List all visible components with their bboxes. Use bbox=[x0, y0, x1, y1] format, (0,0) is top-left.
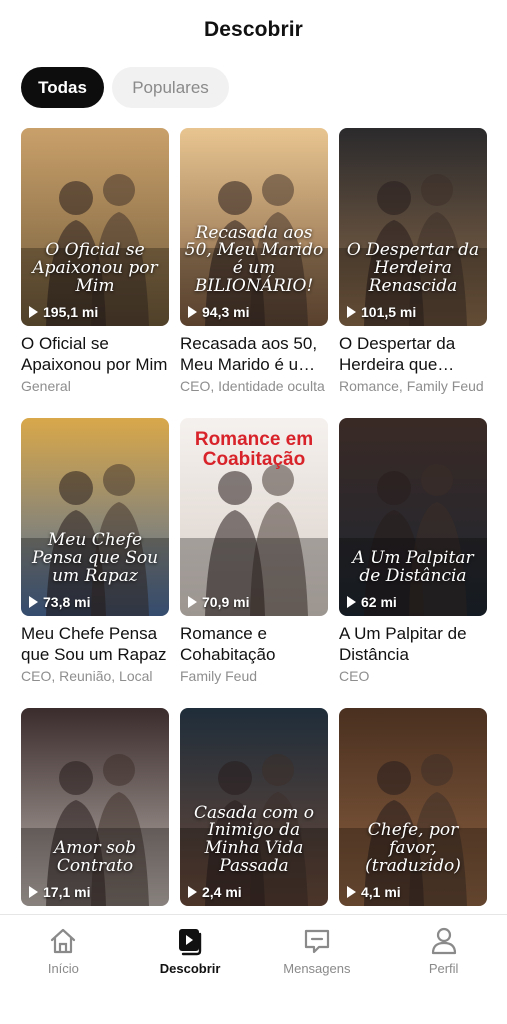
cover-title-text: Casada com o Inimigo da Minha Vida Passa… bbox=[194, 802, 314, 877]
drama-tags: Family Feud bbox=[180, 668, 258, 684]
drama-tags: Romance, Family Feud bbox=[339, 378, 484, 394]
view-count: 70,9 mi bbox=[188, 594, 249, 610]
cover-title-text: Chefe, por favor, (traduzido) bbox=[365, 820, 461, 877]
cover-title-text: O Oficial se Apaixonou por Mim bbox=[32, 240, 158, 297]
drama-tags: CEO, Identidade oculta bbox=[180, 378, 325, 394]
play-icon bbox=[188, 596, 197, 608]
view-count: 101,5 mi bbox=[347, 304, 416, 320]
drama-cover[interactable]: O Despertar da Herdeira Renascida 101,5 m… bbox=[339, 128, 487, 326]
cover-title-text: Romance em Coabitação bbox=[194, 429, 314, 470]
view-count-text: 17,1 mi bbox=[43, 884, 91, 900]
drama-title[interactable]: Romance e Cohabitação bbox=[180, 623, 328, 665]
drama-card[interactable]: Romance em Coabitação 70,9 mi Romance e Co… bbox=[180, 418, 328, 708]
cover-art bbox=[21, 418, 169, 616]
view-count: 195,1 mi bbox=[29, 304, 98, 320]
drama-title[interactable]: A Um Palpitar de Distância bbox=[339, 623, 487, 665]
drama-card[interactable]: O Despertar da Herdeira Renascida 101,5 m… bbox=[339, 128, 487, 418]
view-count: 94,3 mi bbox=[188, 304, 249, 320]
play-icon bbox=[347, 886, 356, 898]
view-count-text: 101,5 mi bbox=[361, 304, 417, 320]
play-icon bbox=[29, 596, 38, 608]
view-count-text: 195,1 mi bbox=[43, 304, 99, 320]
drama-cover[interactable]: Meu Chefe Pensa que Sou um Rapaz 73,8 mi bbox=[21, 418, 169, 616]
cover-art bbox=[21, 708, 169, 906]
drama-title[interactable]: Meu Chefe Pensa que Sou um Rapaz bbox=[21, 623, 169, 665]
drama-tags: General bbox=[21, 378, 71, 394]
tab-home[interactable]: Início bbox=[0, 915, 127, 1024]
view-count: 4,1 mi bbox=[347, 884, 401, 900]
play-icon bbox=[347, 596, 356, 608]
view-count-text: 62 mi bbox=[361, 594, 397, 610]
drama-title[interactable]: O Despertar da Herdeira que Renasceu bbox=[339, 333, 487, 375]
cover-title-text: Amor sob Contrato bbox=[53, 838, 136, 877]
drama-tags: CEO, Reunião, Local bbox=[21, 668, 153, 684]
filter-chips: Todas Populares bbox=[0, 58, 507, 120]
drama-grid: O Oficial se Apaixonou por Mim 195,1 mi O … bbox=[21, 128, 487, 998]
home-icon bbox=[51, 928, 76, 954]
view-count: 2,4 mi bbox=[188, 884, 242, 900]
view-count-text: 70,9 mi bbox=[202, 594, 250, 610]
discover-icon bbox=[179, 929, 202, 956]
drama-cover[interactable]: O Oficial se Apaixonou por Mim 195,1 mi bbox=[21, 128, 169, 326]
tab-profile-label: Perfil bbox=[428, 961, 459, 976]
drama-cover[interactable]: Casada com o Inimigo da Minha Vida Passa… bbox=[180, 708, 328, 906]
drama-card[interactable]: A Um Palpitar de Distância 62 mi A Um Palp… bbox=[339, 418, 487, 708]
cover-title-text: A Um Palpitar de Distância bbox=[352, 548, 474, 587]
filter-chip-all[interactable]: Todas bbox=[21, 67, 104, 108]
view-count: 62 mi bbox=[347, 594, 397, 610]
bottom-tab-bar: Início Descobrir Mensagens Perfil bbox=[0, 914, 507, 1024]
filter-chip-popular[interactable]: Populares bbox=[112, 67, 229, 108]
messages-icon bbox=[304, 929, 329, 954]
view-count: 73,8 mi bbox=[29, 594, 90, 610]
cover-title-text: Meu Chefe Pensa que Sou um Rapaz bbox=[31, 530, 159, 587]
drama-card[interactable]: Recasada aos 50, Meu Marido é um BILIONÁ… bbox=[180, 128, 328, 418]
drama-card[interactable]: O Oficial se Apaixonou por Mim 195,1 mi O … bbox=[21, 128, 169, 418]
cover-art bbox=[21, 128, 169, 326]
tab-messages-label: Mensagens bbox=[283, 961, 351, 976]
view-count-text: 2,4 mi bbox=[202, 884, 242, 900]
drama-cover[interactable]: Chefe, por favor, (traduzido) 4,1 mi bbox=[339, 708, 487, 906]
play-icon bbox=[29, 306, 38, 318]
view-count-text: 73,8 mi bbox=[43, 594, 91, 610]
cover-art bbox=[339, 418, 487, 616]
view-count: 17,1 mi bbox=[29, 884, 90, 900]
drama-tags: CEO bbox=[339, 668, 370, 684]
cover-art bbox=[339, 708, 487, 906]
cover-title-text: O Despertar da Herdeira Renascida bbox=[346, 240, 480, 297]
view-count-text: 4,1 mi bbox=[361, 884, 401, 900]
profile-icon bbox=[431, 927, 456, 955]
drama-title[interactable]: Recasada aos 50, Meu Marido é um Bilioná… bbox=[180, 333, 328, 375]
drama-title[interactable]: O Oficial se Apaixonou por Mim bbox=[21, 333, 169, 375]
play-icon bbox=[347, 306, 356, 318]
play-icon bbox=[188, 886, 197, 898]
tab-profile[interactable]: Perfil bbox=[380, 915, 507, 1024]
tab-discover-label: Descobrir bbox=[159, 961, 221, 976]
play-icon bbox=[188, 306, 197, 318]
drama-cover[interactable]: Romance em Coabitação 70,9 mi bbox=[180, 418, 328, 616]
tab-discover[interactable]: Descobrir bbox=[127, 915, 254, 1024]
tab-messages[interactable]: Mensagens bbox=[254, 915, 381, 1024]
play-icon bbox=[29, 886, 38, 898]
view-count-text: 94,3 mi bbox=[202, 304, 250, 320]
cover-title-text: Recasada aos 50, Meu Marido é um BILIONÁ… bbox=[184, 222, 324, 297]
drama-card[interactable]: Meu Chefe Pensa que Sou um Rapaz 73,8 mi M… bbox=[21, 418, 169, 708]
drama-cover[interactable]: Recasada aos 50, Meu Marido é um BILIONÁ… bbox=[180, 128, 328, 326]
tab-home-label: Início bbox=[47, 961, 79, 976]
page-title: Descobrir bbox=[204, 18, 303, 41]
cover-art bbox=[339, 128, 487, 326]
drama-cover[interactable]: Amor sob Contrato 17,1 mi bbox=[21, 708, 169, 906]
drama-cover[interactable]: A Um Palpitar de Distância 62 mi bbox=[339, 418, 487, 616]
header: Descobrir bbox=[0, 0, 507, 58]
